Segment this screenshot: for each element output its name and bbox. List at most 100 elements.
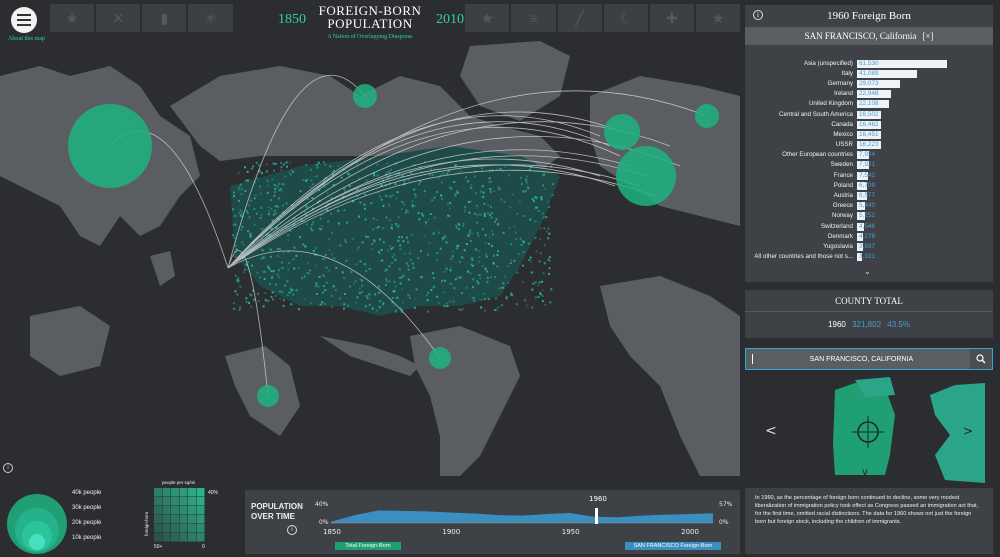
country-row[interactable]: Austria 6,577 xyxy=(745,190,993,201)
country-label: Switzerland xyxy=(821,222,853,230)
timeline-chart[interactable]: 40% 0% 57% 0% 1850 1900 1950 2000 1960 xyxy=(311,490,736,542)
foreign-born-panel: i 1960 Foreign Born SAN FRANCISCO, Calif… xyxy=(745,5,993,282)
country-value: 41,089 xyxy=(859,69,879,77)
country-row[interactable]: Other European countries 7,924 xyxy=(745,150,993,160)
bubble-germany[interactable] xyxy=(604,114,640,150)
grid-legend-graphic xyxy=(154,488,205,542)
info-icon[interactable]: i xyxy=(287,525,297,535)
next-county-icon[interactable]: > xyxy=(963,424,973,438)
flag-vietnam-icon[interactable]: ★ xyxy=(465,4,510,32)
country-value: 5,252 xyxy=(859,212,875,220)
menu-button[interactable] xyxy=(6,6,42,34)
bar-wrap: 7,542 xyxy=(857,171,993,180)
year-description: In 1960, as the percentage of foreign bo… xyxy=(745,488,993,554)
info-icon[interactable]: i xyxy=(3,463,13,473)
country-row[interactable]: Switzerland 4,546 xyxy=(745,221,993,231)
country-value: 5,440 xyxy=(859,202,875,210)
flag-switzerland-icon[interactable]: ✚ xyxy=(649,4,694,32)
close-location-button[interactable]: [×] xyxy=(922,31,933,41)
flag-turkey-icon[interactable]: ☾ xyxy=(603,4,648,32)
country-row[interactable]: Ireland 22,948 xyxy=(745,89,993,99)
country-row[interactable]: Sweden 7,921 xyxy=(745,160,993,170)
bubble-central-south-america[interactable] xyxy=(429,347,451,369)
flag-china-icon[interactable]: ★ xyxy=(50,4,95,32)
bar-wrap: 16,451 xyxy=(857,130,993,139)
search-bar[interactable] xyxy=(745,348,993,370)
country-label: Greece xyxy=(832,202,853,210)
timeline-panel: POPULATION OVER TIME i 40% 0% 57% 0% 185… xyxy=(245,490,740,554)
flag-uk-icon[interactable]: ✕ xyxy=(96,4,141,32)
flag-mexico-icon[interactable]: ▮ xyxy=(142,4,187,32)
tl-y-right-top: 57% xyxy=(719,501,733,508)
country-label: Canada xyxy=(831,120,853,128)
down-county-icon[interactable]: v xyxy=(862,467,868,478)
country-value: 3,937 xyxy=(859,242,875,250)
tl-y-right-bottom: 0% xyxy=(719,519,729,526)
flag-trinidad-icon[interactable]: ╱ xyxy=(557,4,602,32)
year-slider-handle[interactable] xyxy=(595,508,598,524)
country-row[interactable]: All other countries and those not s... 3,… xyxy=(745,252,993,262)
country-row[interactable]: Canada 16,462 xyxy=(745,119,993,129)
bar-wrap: 3,937 xyxy=(857,242,993,251)
grid-legend-ylabel: foreign-born xyxy=(144,511,149,536)
country-row[interactable]: Central and South America 16,502 xyxy=(745,109,993,119)
bar-wrap: 29,073 xyxy=(857,79,993,88)
bar-wrap: 16,502 xyxy=(857,110,993,119)
tl-y-left-top: 40% xyxy=(315,501,329,508)
country-row[interactable]: Germany 29,073 xyxy=(745,78,993,88)
legend-total-foreign-born[interactable]: Total Foreign-Born xyxy=(335,542,401,550)
country-row[interactable]: Italy 41,089 xyxy=(745,68,993,78)
country-value: 3,331 xyxy=(859,253,875,261)
bar-wrap: 4,278 xyxy=(857,232,993,241)
prev-county-icon[interactable]: < xyxy=(765,423,777,439)
legend-40k: 40k people xyxy=(72,490,102,496)
bar-wrap: 22,948 xyxy=(857,89,993,99)
country-row[interactable]: France 7,542 xyxy=(745,170,993,180)
bar-wrap: 6,709 xyxy=(857,181,993,190)
bubble-italy[interactable] xyxy=(616,146,676,206)
country-row[interactable]: Denmark 4,278 xyxy=(745,231,993,241)
country-label: Other European countries xyxy=(782,151,853,159)
county-locator-map[interactable]: < > v xyxy=(745,375,993,483)
year-start[interactable]: 1850 xyxy=(278,12,306,28)
world-map[interactable] xyxy=(0,36,740,476)
country-row[interactable]: USSR 16,223 xyxy=(745,140,993,150)
search-input[interactable] xyxy=(753,355,970,363)
flag-greece-icon[interactable]: ≡ xyxy=(511,4,556,32)
country-value: 61,530 xyxy=(859,59,879,67)
country-value: 22,948 xyxy=(859,90,879,98)
chevron-down-icon[interactable]: ⌄ xyxy=(864,267,871,276)
county-pct-value: 43.5% xyxy=(887,320,910,329)
bar-wrap: 61,530 xyxy=(857,59,993,68)
country-row[interactable]: Greece 5,440 xyxy=(745,201,993,211)
country-bar-list: Asia (unspecified) 61,530 Italy 41,089 Germa… xyxy=(745,58,993,262)
bubble-asia[interactable] xyxy=(68,104,152,188)
country-value: 7,542 xyxy=(859,171,875,179)
country-row[interactable]: Yugoslavia 3,937 xyxy=(745,241,993,251)
country-value: 4,546 xyxy=(859,222,875,230)
bubble-ussr[interactable] xyxy=(695,104,719,128)
legend-30k: 30k people xyxy=(72,505,102,511)
year-end[interactable]: 2010 xyxy=(436,12,464,28)
country-row[interactable]: Mexico 16,451 xyxy=(745,129,993,139)
county-total-header: COUNTY TOTAL xyxy=(745,290,993,312)
tl-y-left-bottom: 0% xyxy=(319,519,329,526)
country-row[interactable]: Asia (unspecified) 61,530 xyxy=(745,58,993,68)
country-row[interactable]: Poland 6,709 xyxy=(745,180,993,190)
country-value: 29,073 xyxy=(859,79,879,87)
bubble-mexico[interactable] xyxy=(257,385,279,407)
country-row[interactable]: Norway 5,252 xyxy=(745,211,993,221)
county-total-value: 321,802 xyxy=(852,320,882,329)
flag-uk-2-icon[interactable]: ✳ xyxy=(188,4,233,32)
circle-legend-graphic xyxy=(7,494,67,554)
legend-county-foreign-born[interactable]: SAN FRANCISCO Foreign-Born xyxy=(625,542,721,550)
grid-legend-top-right: 40% xyxy=(208,490,219,496)
bar-wrap: 7,921 xyxy=(857,160,993,170)
search-button[interactable] xyxy=(970,349,992,369)
country-row[interactable]: United Kingdom 22,108 xyxy=(745,99,993,109)
info-icon[interactable]: i xyxy=(753,10,763,20)
bubble-canada[interactable] xyxy=(353,84,377,108)
country-label: Ireland xyxy=(834,90,853,98)
flag-china-2-icon[interactable]: ★ xyxy=(695,4,741,32)
bar-wrap: 4,546 xyxy=(857,222,993,231)
